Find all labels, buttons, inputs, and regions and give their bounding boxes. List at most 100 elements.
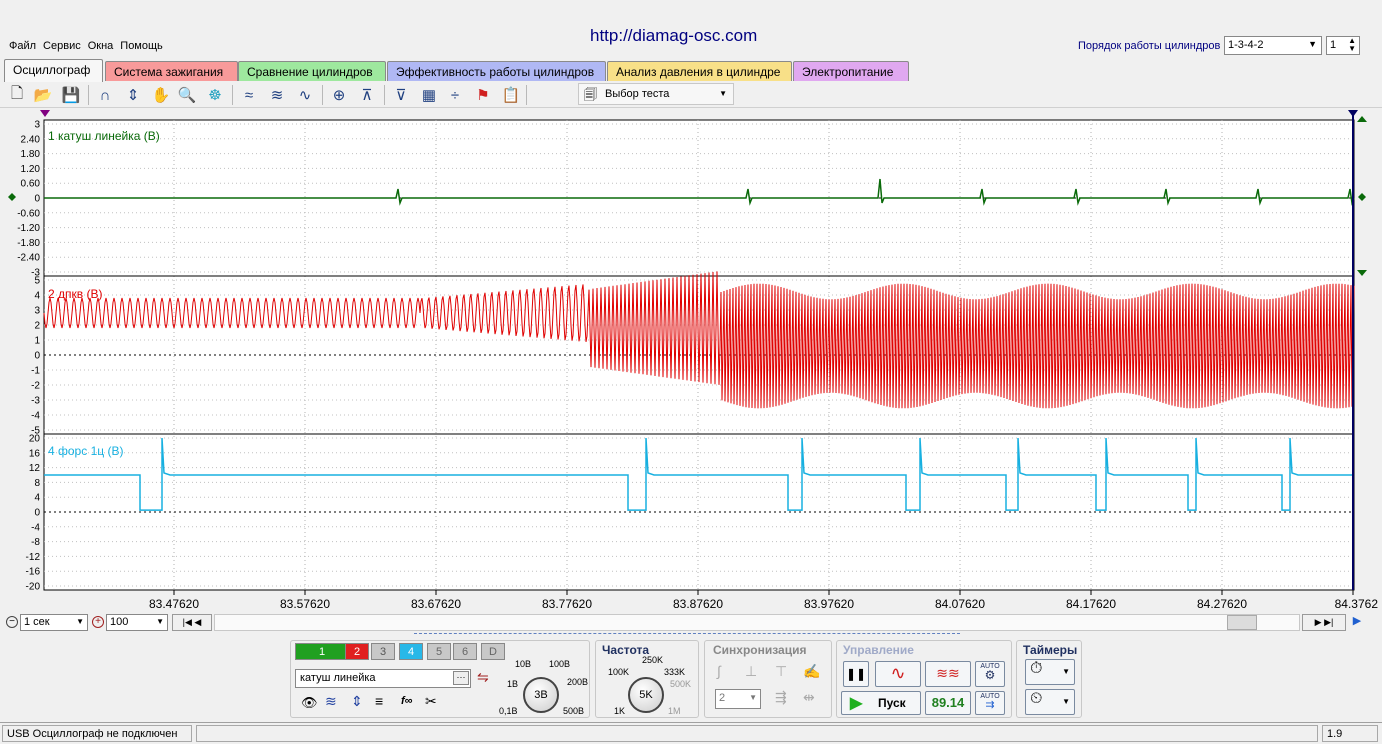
y-tick-label: -16 (26, 567, 41, 578)
tools-icon[interactable]: ✂ (425, 693, 437, 710)
overlay-signals-icon[interactable]: ≋ (266, 84, 288, 106)
stopwatch-icon: ⏱ (1030, 660, 1043, 677)
channel-button-d[interactable]: D (481, 643, 505, 660)
oscilloscope-plot[interactable]: 3 2.40 1.80 1.20 0.60 0 -0.60 -1.20 -1.80 -2.40 -3… (0, 108, 1382, 612)
zoom-in-icon[interactable]: + (92, 616, 104, 628)
menu-windows[interactable]: Окна (84, 36, 117, 52)
sync-edge-down-icon[interactable]: ⊤ (775, 663, 787, 680)
menu-help[interactable]: Помощь (116, 36, 166, 52)
timer-start-button[interactable]: ⏱ ▼ (1025, 659, 1075, 685)
y-tick-label: 2.40 (21, 134, 41, 145)
sync-rising-icon[interactable]: ∫ (717, 663, 721, 679)
channel-button-1[interactable]: 1 (295, 643, 349, 660)
continuous-button[interactable]: ≋≋ (925, 661, 971, 687)
scroll-track[interactable] (214, 614, 1300, 631)
control-panel: Управление ❚❚ ∿ ≋≋ AUTO ⚙ ▶ Пуск 89.14 AU… (836, 640, 1012, 718)
channel-settings-icon[interactable]: ⇋ (477, 669, 489, 686)
tab-power-supply[interactable]: Электропитание (793, 61, 909, 81)
wave-icon[interactable]: ≋ (325, 693, 337, 710)
auto-scale-icon[interactable]: ⊕ (328, 84, 350, 106)
voltage-knob[interactable]: 3В (523, 677, 559, 713)
menu-file[interactable]: Файл (0, 36, 39, 52)
freq-label-500k: 500K (670, 679, 692, 689)
y-tick-label: -1.20 (17, 223, 40, 234)
zoom-icon[interactable]: 🔍 (176, 84, 198, 106)
pause-button[interactable]: ❚❚ (843, 661, 869, 687)
probe-icon[interactable]: ☸ (204, 84, 226, 106)
open-folder-icon[interactable]: 📂 (32, 84, 54, 106)
ellipsis-button[interactable]: ··· (453, 671, 469, 685)
channel-button-3[interactable]: 3 (371, 643, 395, 660)
eye-icon[interactable]: 👁 (301, 695, 318, 711)
new-file-icon[interactable]: 🗋 (6, 84, 28, 106)
channel-filter-icon[interactable]: ⊽ (390, 84, 412, 106)
signal-icon: ⇉ (985, 699, 995, 711)
tab-ignition[interactable]: Система зажигания (105, 61, 238, 81)
channel-1-bottom-marker (1357, 270, 1367, 276)
site-url[interactable]: http://diamag-osc.com (590, 26, 757, 46)
frequency-knob[interactable]: 5K (628, 677, 664, 713)
table-icon[interactable]: ▦ (418, 84, 440, 106)
scroll-start-buttons[interactable]: |◀ ◀ (172, 614, 212, 631)
auto-run-button[interactable]: AUTO ⇉ (975, 691, 1005, 715)
y-tick-label: -3 (31, 396, 40, 407)
hand-pan-icon[interactable]: ✋ (150, 84, 172, 106)
sine-wave-icon: ∿ (890, 663, 906, 683)
single-shot-button[interactable]: ∿ (875, 661, 921, 687)
sync-center-icon[interactable]: ⇹ (803, 689, 815, 706)
vertical-scale-icon[interactable]: ⇕ (351, 693, 363, 710)
filter-signal-icon[interactable]: ∿ (294, 84, 316, 106)
timebase-select[interactable]: 1 сек ▼ (20, 614, 88, 631)
sync-edge-up-icon[interactable]: ⊥ (745, 663, 757, 680)
start-button[interactable]: ▶ Пуск (841, 691, 921, 715)
channel-button-4[interactable]: 4 (399, 643, 423, 660)
y-tick-label: 4 (34, 291, 40, 302)
spin-arrows-icon: ▲ ▼ (1348, 36, 1356, 53)
sync-manual-icon[interactable]: ✍ (803, 663, 820, 680)
measure-icon[interactable]: ⇕ (122, 84, 144, 106)
tab-cylinder-efficiency[interactable]: Эффективность работы цилиндров (387, 61, 606, 81)
y-tick-label: 0.60 (21, 179, 41, 190)
zero-offset-icon[interactable]: ⊼ (356, 84, 378, 106)
channel-button-5[interactable]: 5 (427, 643, 451, 660)
cylinder-spin[interactable]: 1 ▲ ▼ (1326, 36, 1360, 55)
play-icon[interactable]: ▶ (1348, 614, 1366, 631)
sync-level-icon[interactable]: ⇶ (775, 689, 787, 706)
save-icon[interactable]: 💾 (60, 84, 82, 106)
cylinder-order-select[interactable]: 1-3-4-2 ▼ (1224, 36, 1322, 55)
sync-panel: Синхронизация ∫ ⊥ ⊤ ✍ 2 ▼ ⇶ ⇹ (704, 640, 832, 718)
panel-splitter[interactable] (414, 633, 960, 637)
scroll-end-buttons[interactable]: ▶ ▶| (1302, 614, 1346, 631)
notes-icon[interactable]: 📋 (500, 84, 522, 106)
cylinder-order-value: 1-3-4-2 (1228, 39, 1264, 51)
x-tick-label: 84.07620 (935, 597, 985, 611)
test-select[interactable]: 🗐 Выбор теста ▼ (578, 83, 734, 105)
x-tick-label: 83.57620 (280, 597, 330, 611)
lines-icon[interactable]: ≡ (375, 693, 383, 709)
tab-cylinder-compare[interactable]: Сравнение цилиндров (238, 61, 386, 81)
x-tick-label: 83.77620 (542, 597, 592, 611)
timers-title: Таймеры (1023, 643, 1078, 657)
invert-signal-icon[interactable]: ≈ (238, 84, 260, 106)
menu-service[interactable]: Сервис (39, 36, 84, 52)
auto-settings-button[interactable]: AUTO ⚙ (975, 661, 1005, 687)
y-tick-label: -2 (31, 381, 40, 392)
channel-button-6[interactable]: 6 (453, 643, 477, 660)
y-tick-label: 3 (34, 306, 40, 317)
timer-stop-button[interactable]: ⏲ ▼ (1025, 689, 1075, 715)
marker-flag-icon[interactable]: ⚑ (472, 84, 494, 106)
cylinder-spin-value: 1 (1330, 39, 1337, 51)
channel-name-input[interactable]: катуш линейка (295, 669, 471, 688)
sync-channel-select[interactable]: 2 ▼ (715, 689, 761, 709)
tab-oscilloscope[interactable]: Осциллограф (4, 59, 103, 82)
tab-pressure-analysis[interactable]: Анализ давления в цилиндре (607, 61, 792, 81)
cursor-curve-icon[interactable]: ∩ (94, 84, 116, 106)
scroll-thumb[interactable] (1227, 615, 1257, 630)
function-icon[interactable]: f∞ (401, 695, 413, 707)
split-icon[interactable]: ÷ (444, 84, 466, 106)
channel-button-2[interactable]: 2 (345, 643, 369, 660)
cylinder-order-label: Порядок работы цилиндров (1078, 40, 1221, 52)
zoom-select[interactable]: 100 ▼ (106, 614, 168, 631)
zoom-out-icon[interactable]: − (6, 616, 18, 628)
chevron-down-icon: ▼ (76, 617, 84, 626)
